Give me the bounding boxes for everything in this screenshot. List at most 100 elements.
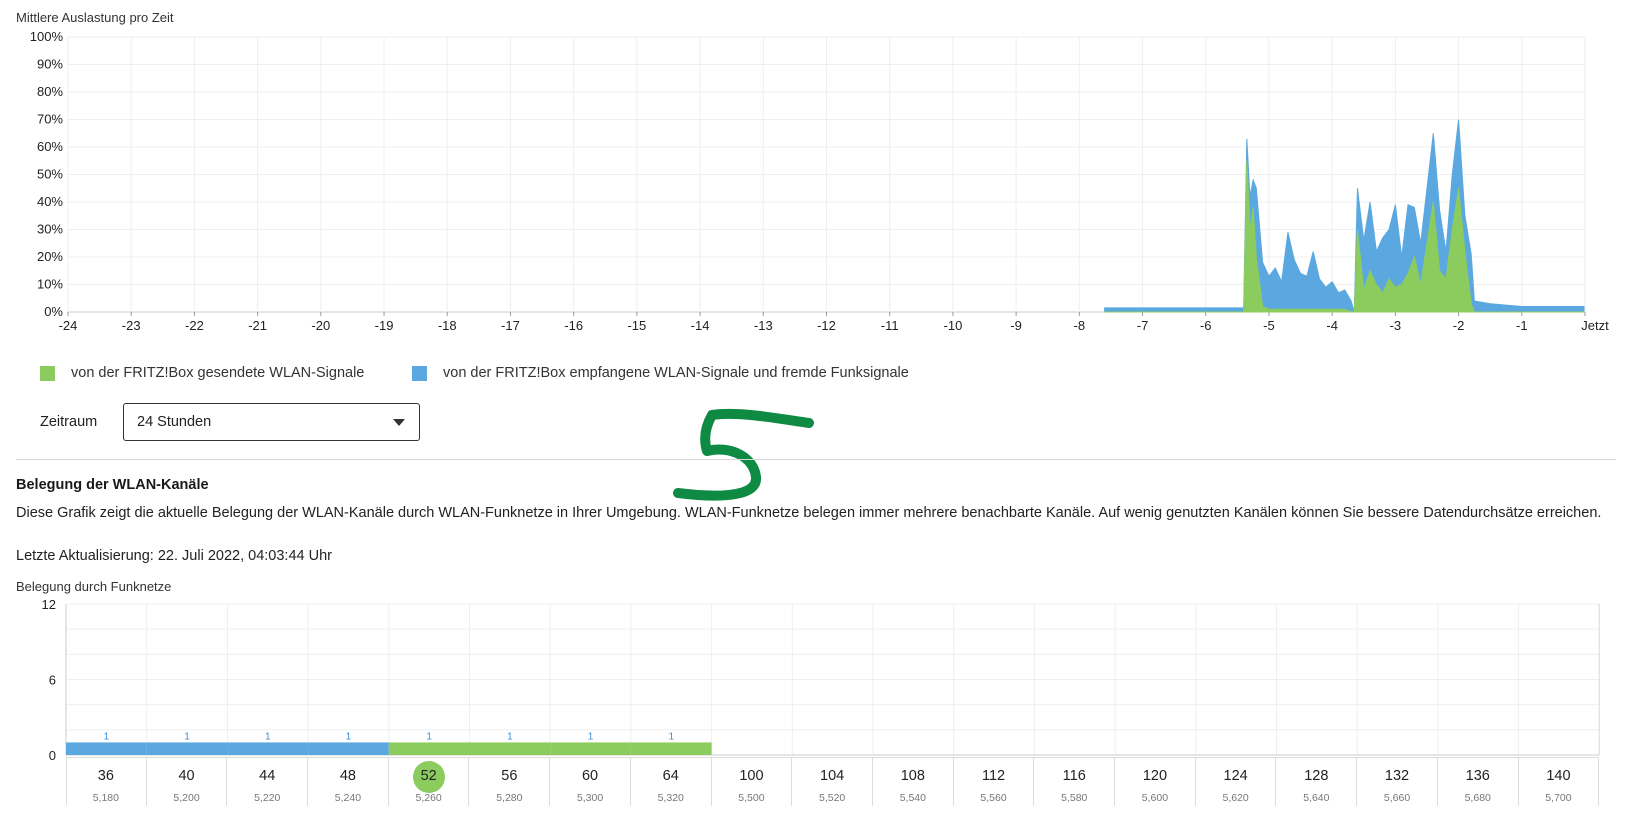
channel-frequency: 5,320 (657, 792, 684, 804)
channel-cell-120: 120 5,600 (1115, 758, 1196, 806)
series-area-received (1104, 119, 1586, 313)
channel-number: 60 (581, 768, 599, 784)
channel-cell-40: 40 5,200 (147, 758, 228, 806)
channel-cell-124: 124 5,620 (1196, 758, 1277, 806)
channel-number: 40 (178, 768, 195, 784)
channel-number: 104 (820, 768, 845, 784)
y-tick-label: 20% (37, 249, 63, 264)
channel-cell-140: 140 5,700 (1519, 758, 1600, 806)
bar-data-label: 1 (346, 731, 352, 742)
channel-number: 128 (1304, 768, 1329, 784)
x-tick-label: -17 (501, 318, 520, 333)
channel-number: 132 (1384, 768, 1410, 784)
channel-number: 120 (1142, 768, 1168, 784)
y-tick-label: 60% (37, 139, 63, 154)
x-tick-label: -4 (1326, 318, 1338, 333)
bar-data-label: 1 (426, 731, 432, 742)
y-tick-label: 40% (37, 194, 63, 209)
channel-bar (146, 742, 228, 755)
channel-bar (66, 742, 147, 755)
channel-number: 36 (97, 768, 114, 784)
channel-number: 124 (1223, 768, 1248, 784)
x-tick-label: -5 (1263, 318, 1275, 333)
section-divider (16, 459, 1616, 460)
y-tick-label: 70% (37, 112, 63, 127)
y-tick-label: 80% (37, 84, 63, 99)
channel-cell-48: 48 5,240 (308, 758, 389, 806)
channel-cell-136: 136 5,680 (1438, 758, 1519, 806)
channel-number: 52 (420, 768, 437, 784)
x-tick-label: -10 (944, 318, 963, 333)
channel-frequency: 5,620 (1222, 792, 1249, 804)
channel-frequency: 5,520 (819, 792, 846, 804)
legend-label-sent: von der FRITZ!Box gesendete WLAN-Signale (71, 365, 365, 381)
channel-frequency: 5,500 (738, 792, 765, 804)
x-tick-label: -23 (122, 318, 141, 333)
y-tick-label: 12 (42, 597, 56, 612)
x-tick-label: -18 (438, 318, 457, 333)
utilization-chart: 0% 10% 20% 30% 40% 50% 60% 70% 80% 90% 100% -24 -23 -… (30, 29, 1609, 333)
legend-item-sent: von der FRITZ!Box gesendete WLAN-Signale (40, 365, 364, 381)
channel-frequency: 5,660 (1383, 792, 1411, 804)
channel-bar (630, 742, 712, 755)
y-tick-label: 30% (37, 222, 63, 237)
y-tick-label: 0% (44, 304, 63, 319)
channel-number: 56 (501, 768, 518, 784)
channel-frequency: 5,700 (1545, 792, 1572, 804)
y-tick-label: 6 (49, 673, 56, 688)
x-tick-label: -3 (1390, 318, 1402, 333)
legend-label-received: von der FRITZ!Box empfangene WLAN-Signal… (443, 365, 909, 381)
channel-cell-52: 52 5,260 (389, 758, 470, 806)
channel-frequency: 5,180 (92, 792, 119, 804)
channel-frequency: 5,560 (980, 792, 1007, 804)
channel-frequency: 5,280 (496, 792, 523, 804)
channel-cell-104: 104 5,520 (792, 758, 873, 806)
x-tick-label: -14 (691, 318, 710, 333)
channel-frequency: 5,240 (334, 792, 362, 804)
bar-data-label: 1 (184, 731, 190, 742)
bar-data-label: 1 (507, 731, 513, 742)
channel-number: 136 (1465, 768, 1490, 784)
x-tick-label: -2 (1453, 318, 1465, 333)
series-area-sent (1104, 160, 1585, 313)
chevron-down-icon (393, 419, 405, 426)
channel-cell-56: 56 5,280 (470, 758, 551, 806)
bar-data-label: 1 (668, 731, 674, 742)
x-tick-label: -24 (59, 318, 78, 333)
x-tick-label: -20 (311, 318, 330, 333)
channel-cell-132: 132 5,660 (1357, 758, 1438, 806)
channel-number: 44 (259, 768, 276, 784)
channels-description: Diese Grafik zeigt die aktuelle Belegung… (16, 505, 1602, 521)
y-tick-label: 10% (37, 277, 63, 292)
channel-frequency: 5,200 (173, 792, 200, 804)
channel-bar (308, 742, 389, 755)
channel-number: 64 (662, 768, 679, 784)
legend-swatch-blue (412, 365, 427, 381)
x-tick-label: -12 (817, 318, 836, 333)
channel-frequency: 5,220 (254, 792, 281, 804)
x-tick-label: -19 (375, 318, 394, 333)
y-tick-label: 50% (37, 167, 63, 182)
legend-item-received: von der FRITZ!Box empfangene WLAN-Signal… (412, 365, 909, 381)
channel-frequency: 5,300 (576, 792, 604, 804)
x-tick-label: Jetzt (1581, 318, 1609, 333)
channel-frequency: 5,540 (899, 792, 926, 804)
bar-data-label: 1 (588, 731, 594, 742)
channel-cell-108: 108 5,540 (873, 758, 954, 806)
legend-swatch-green (40, 365, 55, 381)
channel-cell-44: 44 5,220 (227, 758, 309, 806)
channel-cell-112: 112 5,560 (954, 758, 1035, 806)
handwritten-annotation-5 (673, 408, 814, 501)
period-select[interactable]: 24 Stunden (123, 403, 420, 441)
channel-cell-100: 100 5,500 (712, 758, 793, 806)
channel-bar (227, 742, 309, 755)
bar-data-label: 1 (265, 731, 271, 742)
channel-frequency: 5,600 (1141, 792, 1169, 804)
channels-section-title: Belegung der WLAN-Kanäle (16, 477, 209, 493)
y-tick-label: 0 (49, 748, 56, 760)
channel-frequency: 5,640 (1303, 792, 1330, 804)
x-tick-label: -1 (1516, 318, 1528, 333)
channel-frequency: 5,580 (1061, 792, 1088, 804)
bar-data-label: 1 (104, 731, 110, 742)
channel-bar (388, 742, 470, 755)
